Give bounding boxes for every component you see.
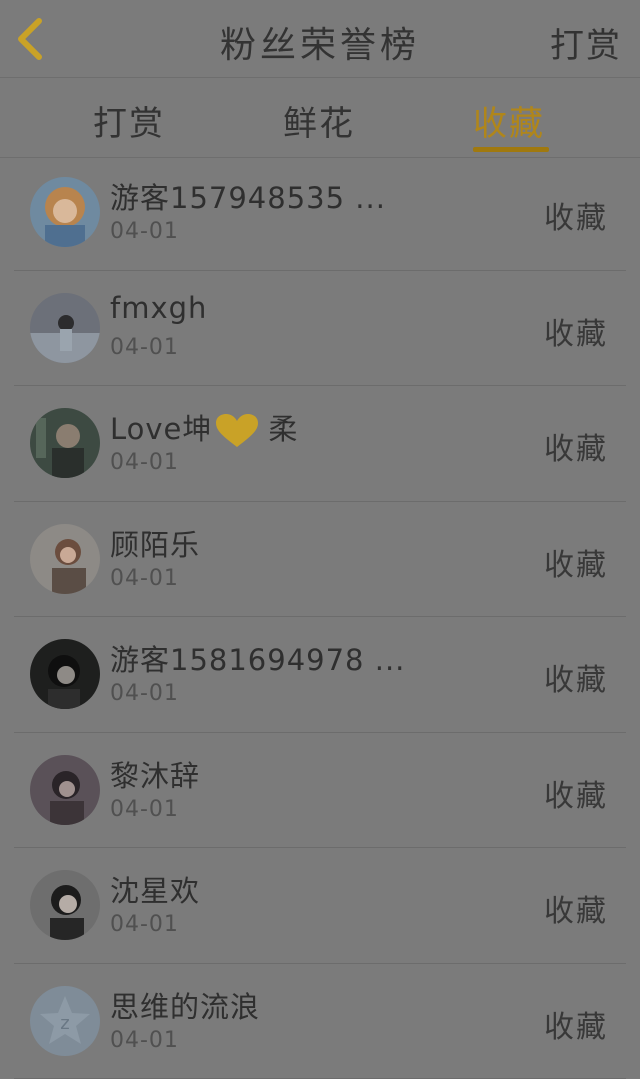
fan-name: 游客1581694978 ... [110, 637, 405, 679]
tip-button[interactable]: 打赏 [550, 18, 622, 67]
fan-date: 04-01 [110, 335, 179, 360]
page-title: 粉丝荣誉榜 [0, 16, 640, 68]
avatar [30, 870, 100, 940]
list-item[interactable]: 黎沐辞 04-01 收藏 [14, 733, 626, 849]
list-item[interactable]: 沈星欢 04-01 收藏 [14, 848, 626, 964]
favorite-label: 收藏 [544, 771, 608, 815]
tab-favorites[interactable]: 收藏 [473, 96, 545, 145]
favorite-label: 收藏 [544, 309, 608, 353]
favorite-label: 收藏 [544, 886, 608, 930]
fan-date: 04-01 [110, 219, 179, 244]
fan-name: 游客157948535 ... [110, 175, 386, 217]
tab-flowers[interactable]: 鲜花 [283, 96, 355, 145]
fan-name: 黎沐辞 [110, 753, 200, 795]
fan-date: 04-01 [110, 450, 179, 475]
active-tab-indicator [473, 147, 549, 152]
fan-name: Love坤柔 [110, 406, 298, 449]
tab-tip[interactable]: 打赏 [93, 96, 165, 145]
avatar: z [30, 986, 100, 1056]
favorite-label: 收藏 [544, 424, 608, 468]
fan-name: 沈星欢 [110, 868, 200, 910]
list-item[interactable]: 顾陌乐 04-01 收藏 [14, 502, 626, 618]
fan-list: 游客157948535 ... 04-01 收藏 fmxgh 04-01 收藏 … [0, 155, 640, 1079]
heart-icon [214, 413, 260, 449]
list-item[interactable]: z 思维的流浪 04-01 收藏 [14, 964, 626, 1079]
tab-bar: 打赏 鲜花 收藏 [0, 78, 640, 158]
svg-text:z: z [60, 1013, 69, 1034]
fan-date: 04-01 [110, 566, 179, 591]
fan-date: 04-01 [110, 1028, 179, 1053]
fan-name: 顾陌乐 [110, 522, 200, 564]
fan-name: 思维的流浪 [110, 984, 260, 1026]
list-item[interactable]: 游客157948535 ... 04-01 收藏 [14, 155, 626, 271]
avatar [30, 755, 100, 825]
list-item[interactable]: Love坤柔 04-01 收藏 [14, 386, 626, 502]
top-bar: 粉丝荣誉榜 打赏 [0, 0, 640, 78]
avatar [30, 293, 100, 363]
list-item[interactable]: fmxgh 04-01 收藏 [14, 271, 626, 387]
favorite-label: 收藏 [544, 193, 608, 237]
fan-date: 04-01 [110, 912, 179, 937]
favorite-label: 收藏 [544, 655, 608, 699]
avatar [30, 177, 100, 247]
avatar [30, 639, 100, 709]
favorite-label: 收藏 [544, 540, 608, 584]
avatar [30, 524, 100, 594]
fan-date: 04-01 [110, 681, 179, 706]
fan-date: 04-01 [110, 797, 179, 822]
avatar [30, 408, 100, 478]
fan-name: fmxgh [110, 291, 207, 325]
list-item[interactable]: 游客1581694978 ... 04-01 收藏 [14, 617, 626, 733]
favorite-label: 收藏 [544, 1002, 608, 1046]
